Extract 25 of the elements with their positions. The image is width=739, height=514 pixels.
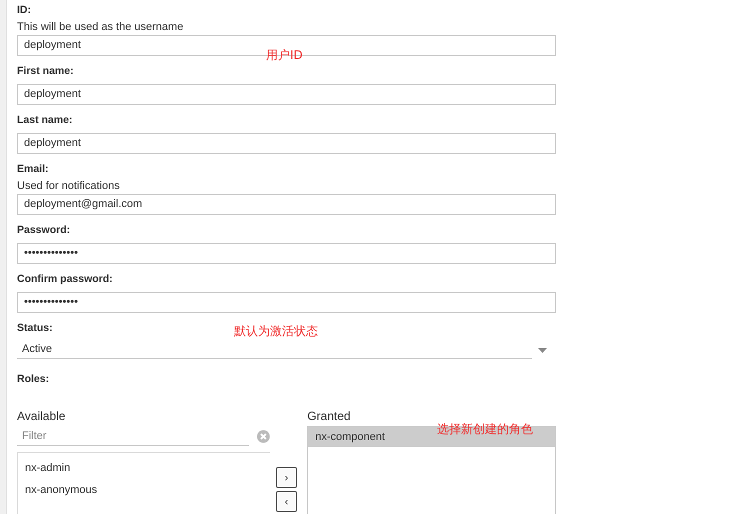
annotation-text: 默认为激活状态 xyxy=(234,323,318,340)
role-item[interactable]: nx-admin xyxy=(18,457,270,479)
status-dropdown[interactable]: Active xyxy=(17,339,532,359)
move-button[interactable]: › xyxy=(276,467,297,488)
field-label: ID: xyxy=(17,4,31,17)
field-label: Last name: xyxy=(17,114,72,127)
input-field[interactable]: •••••••••••••• xyxy=(17,243,556,264)
field-label: Roles: xyxy=(17,373,50,386)
field-label: Status: xyxy=(17,322,53,335)
field-hint: This will be used as the username xyxy=(17,21,184,33)
input-field[interactable]: •••••••••••••• xyxy=(17,292,556,313)
field-label: First name: xyxy=(17,65,74,78)
caret-icon xyxy=(538,348,547,352)
field-label: Password: xyxy=(17,224,70,237)
role-item[interactable]: nx-anonymous xyxy=(18,479,270,501)
field-label: Email: xyxy=(17,163,49,176)
move-button[interactable]: ‹ xyxy=(276,491,297,512)
list-title: Granted xyxy=(307,409,351,423)
clear-icon[interactable] xyxy=(257,430,270,442)
field-label: Confirm password: xyxy=(17,273,113,286)
list-title: Available xyxy=(17,409,66,423)
input-field[interactable]: deployment xyxy=(17,84,556,105)
input-field[interactable]: deployment xyxy=(17,133,556,154)
input-field[interactable]: deployment@gmail.com xyxy=(17,194,556,215)
field-hint: Used for notifications xyxy=(17,180,120,192)
